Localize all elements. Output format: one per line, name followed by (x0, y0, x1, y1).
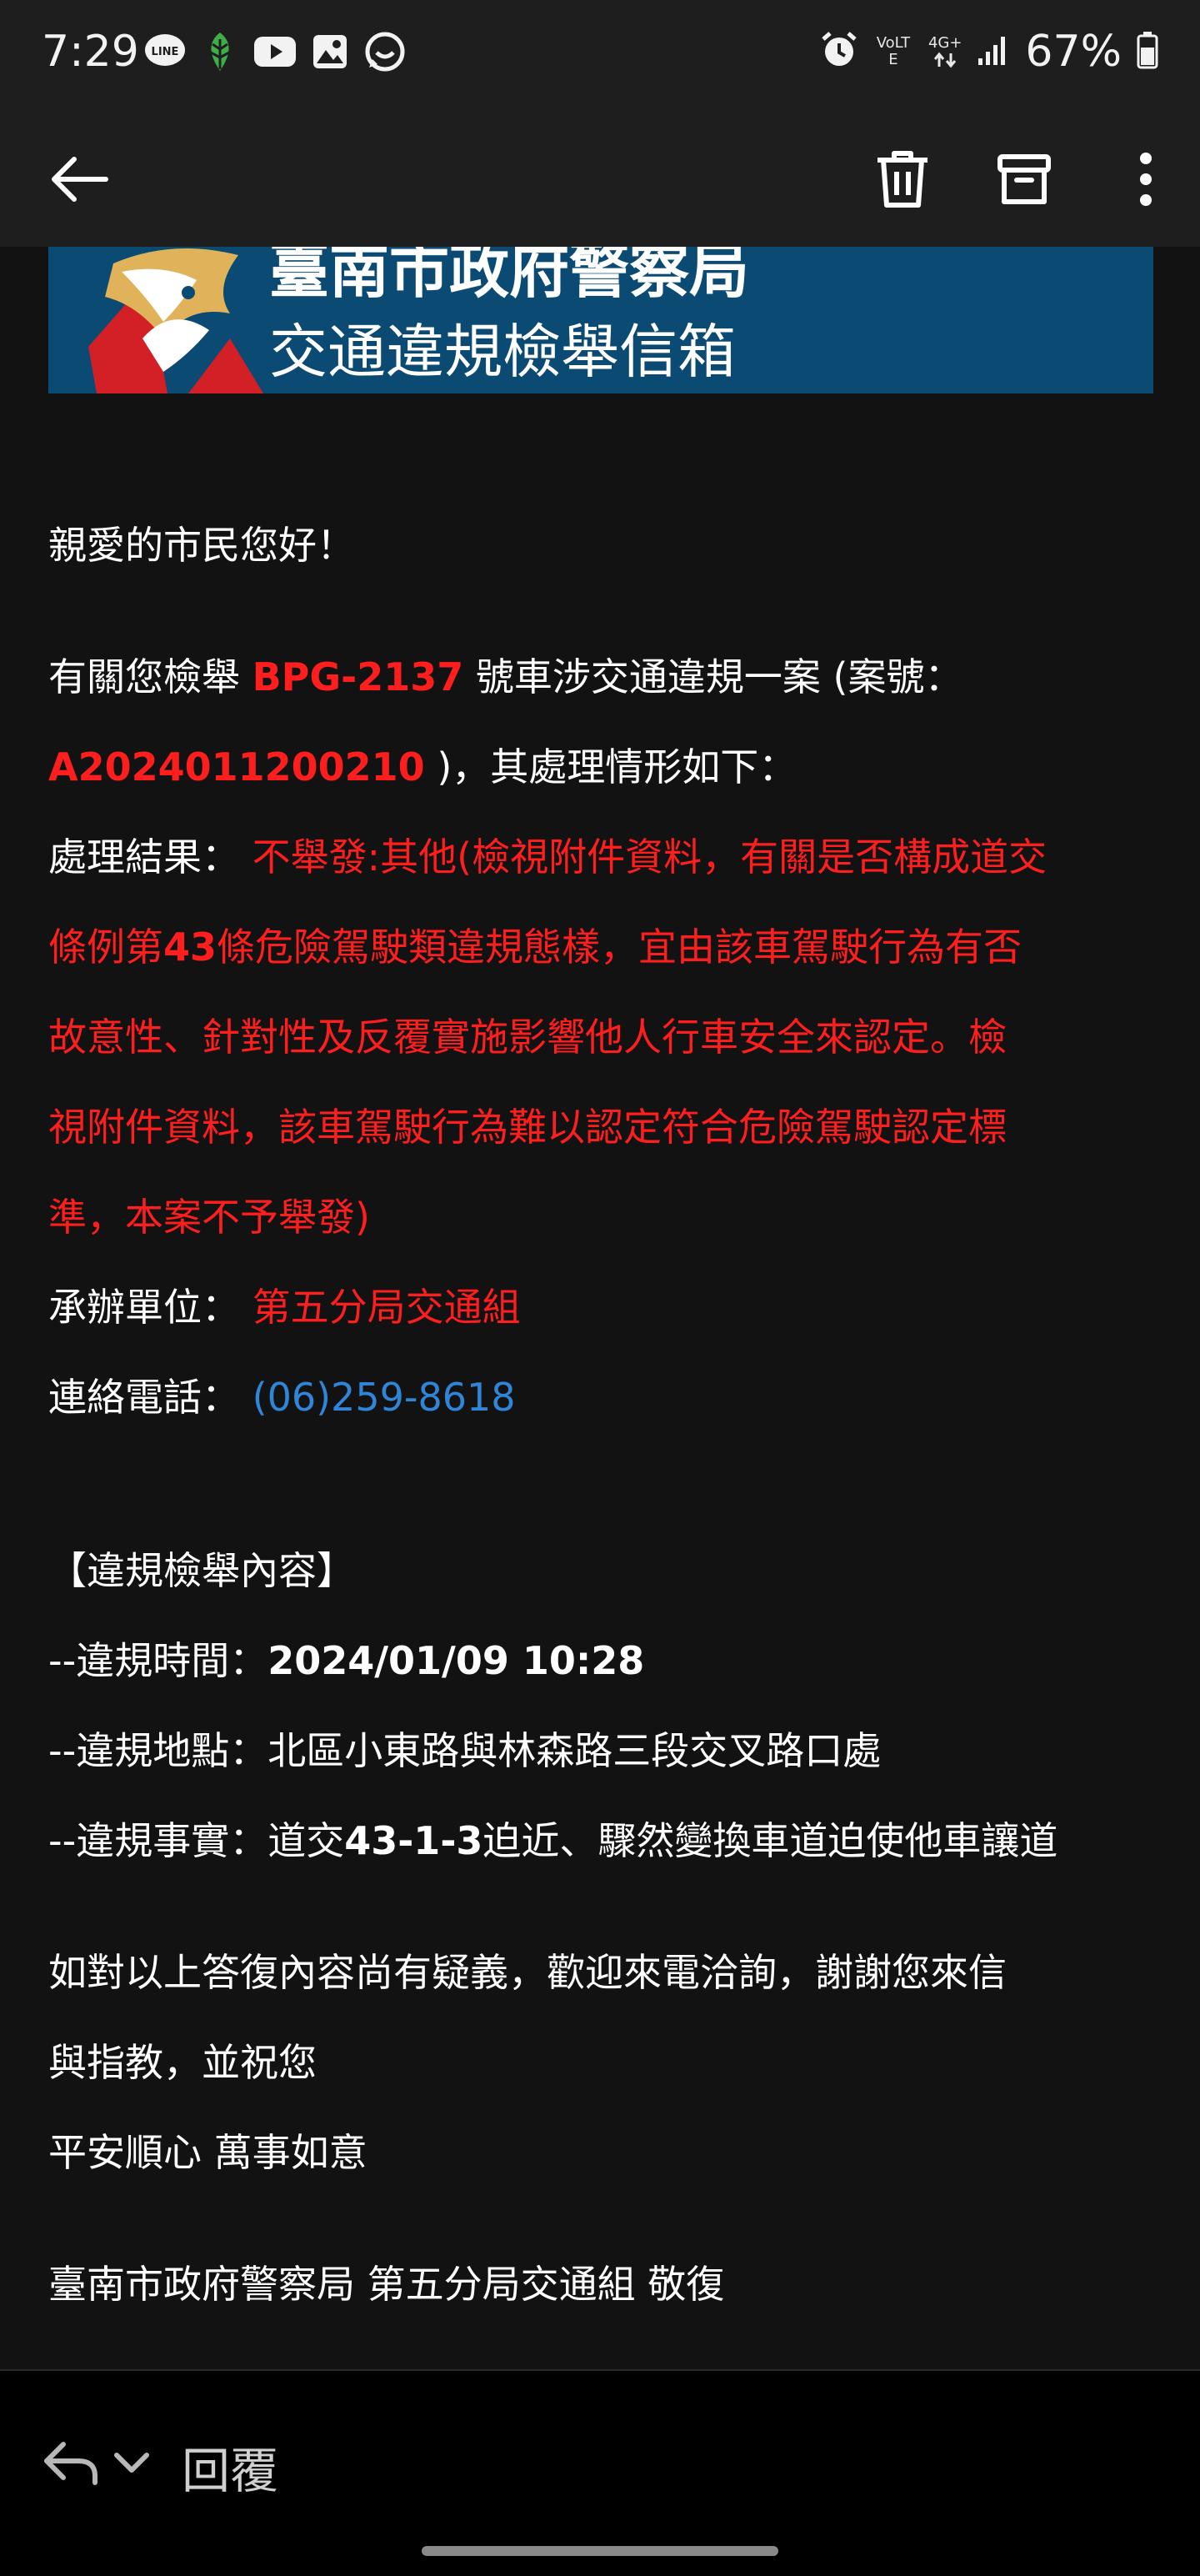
alarm-icon (820, 31, 858, 73)
violation-time-value: 2024/01/09 10:28 (268, 1638, 645, 1683)
closing-line-1: 如對以上答復內容尚有疑義，歡迎來電洽詢，謝謝您來信 (48, 1950, 1007, 1995)
back-arrow-icon (52, 157, 108, 202)
plate-number: BPG-2137 (252, 654, 464, 699)
reply-arrow-icon (44, 2442, 98, 2485)
phone-link[interactable]: (06)259-8618 (240, 1375, 516, 1420)
result-article-number: 43 (163, 925, 218, 970)
chat-bubble-icon (363, 30, 407, 73)
more-vert-icon (1140, 153, 1152, 206)
violation-fact-pre: 道交 (268, 1818, 345, 1863)
more-options-button[interactable] (1108, 142, 1183, 217)
email-banner: 臺南市政府警察局 交通違規檢舉信箱 (48, 247, 1153, 393)
intro-mid: 號車涉交通違規一案 (案號： (463, 654, 963, 699)
signal-icon (977, 33, 1010, 70)
result-line-5: 準，本案不予舉發) (48, 1195, 370, 1240)
violation-time-line: --違規時間：2024/01/09 10:28 (48, 1616, 1165, 1706)
notification-icons: LINE (143, 30, 407, 73)
result-line-2: 條例第43條危險駕駛類違規態樣，宜由該車駕駛行為有否 (48, 902, 1165, 992)
phone-label: 連絡電話： (48, 1375, 240, 1420)
unit-line: 承辦單位： 第五分局交通組 (48, 1262, 1165, 1352)
app-bar (0, 108, 1200, 247)
battery-percent: 67% (1025, 27, 1122, 77)
result-line-4: 視附件資料，該車駕駛行為難以認定符合危險駕駛認定標 (48, 1105, 1007, 1150)
app-actions (865, 142, 1183, 217)
police-logo-icon (88, 248, 263, 393)
gallery-icon (308, 30, 352, 73)
back-button[interactable] (42, 142, 117, 217)
closing-line-3: 平安順心 萬事如意 (48, 2130, 368, 2175)
archive-icon (998, 154, 1051, 204)
violation-fact-post: 迫近、驟然變換車道迫使他車讓道 (482, 1818, 1058, 1863)
archive-button[interactable] (987, 142, 1062, 217)
greeting: 親愛的市民您好！ (48, 523, 355, 568)
volte-indicator: VoLTE (873, 35, 913, 68)
section-title: 【違規檢舉內容】 (48, 1548, 355, 1593)
svg-text:LINE: LINE (152, 46, 179, 58)
violation-place-line: --違規地點：北區小東路與林森路三段交叉路口處 (48, 1706, 1165, 1796)
status-right: VoLTE 4G+ 67% (820, 27, 1158, 77)
banner-org-name: 臺南市政府警察局 (269, 247, 750, 306)
email-body: 親愛的市民您好！ 有關您檢舉 BPG-2137 號車涉交通違規一案 (案號： A… (48, 500, 1165, 2329)
result-text-2a: 條例第 (48, 925, 163, 970)
intro-line-2: A2024011200210 )，其處理情形如下： (48, 722, 1165, 812)
result-text-1: 不舉發:其他(檢視附件資料，有關是否構成道交 (240, 834, 1048, 880)
violation-fact-line: --違規事實：道交43-1-3迫近、驟然變換車道迫使他車讓道 (48, 1796, 1165, 1886)
reply-button[interactable]: 回覆 (182, 2438, 278, 2504)
status-bar: 7:29 LINE VoLTE 4G+ 67% (0, 0, 1200, 108)
intro-pre: 有關您檢舉 (48, 654, 252, 699)
leaf-app-icon (198, 30, 242, 73)
case-number: A2024011200210 (48, 744, 425, 789)
status-time: 7:29 (42, 27, 139, 77)
violation-time-label: --違規時間： (48, 1638, 268, 1683)
unit-label: 承辦單位： (48, 1285, 240, 1330)
reply-icon-group[interactable] (42, 2438, 150, 2488)
volte-label: VoLTE (876, 34, 911, 68)
chevron-down-icon (114, 2453, 149, 2473)
result-label: 處理結果： (48, 834, 240, 880)
closing-line-2: 與指教，並祝您 (48, 2040, 317, 2085)
line-icon: LINE (143, 30, 187, 73)
phone-line: 連絡電話： (06)259-8618 (48, 1352, 1165, 1442)
network-indicator: 4G+ (928, 35, 962, 68)
youtube-icon (253, 30, 297, 73)
unit-value: 第五分局交通組 (240, 1285, 521, 1330)
result-line-3: 故意性、針對性及反覆實施影響他人行車安全來認定。檢 (48, 1015, 1007, 1060)
battery-icon (1137, 31, 1158, 73)
signature: 臺南市政府警察局 第五分局交通組 敬復 (48, 2262, 725, 2307)
violation-place-label: --違規地點： (48, 1728, 268, 1773)
violation-fact-code: 43-1-3 (344, 1818, 483, 1863)
violation-place-value: 北區小東路與林森路三段交叉路口處 (268, 1728, 882, 1773)
bottom-reply-bar: 回覆 (0, 2369, 1200, 2576)
intro-post: )，其處理情形如下： (424, 744, 798, 789)
banner-mailbox-name: 交通違規檢舉信箱 (269, 318, 736, 386)
network-label: 4G+ (928, 34, 962, 52)
trash-icon (878, 151, 928, 208)
home-indicator[interactable] (422, 2546, 778, 2556)
result-text-2c: 條危險駕駛類違規態樣，宜由該車駕駛行為有否 (217, 925, 1022, 970)
intro-line-1: 有關您檢舉 BPG-2137 號車涉交通違規一案 (案號： (48, 632, 1165, 722)
result-line-1: 處理結果： 不舉發:其他(檢視附件資料，有關是否構成道交 (48, 812, 1165, 902)
violation-fact-label: --違規事實： (48, 1818, 268, 1863)
delete-button[interactable] (865, 142, 940, 217)
